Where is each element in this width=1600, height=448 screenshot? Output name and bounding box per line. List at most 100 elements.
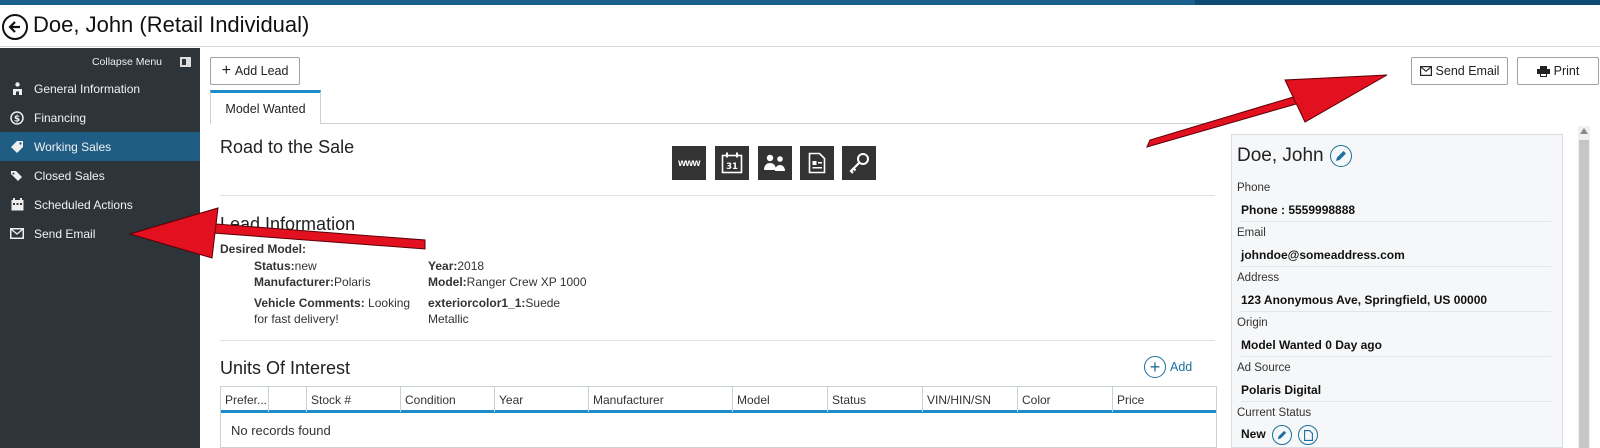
current-status-row: New — [1241, 425, 1551, 448]
plus-icon: + — [221, 62, 231, 79]
edit-status-button[interactable] — [1272, 425, 1293, 445]
document-tile[interactable] — [800, 146, 834, 180]
sidebar-item-label: Send Email — [34, 226, 96, 241]
send-email-button[interactable]: Send Email — [1411, 57, 1508, 85]
exterior-color-value-line1: Suede — [525, 296, 561, 310]
send-email-label: Send Email — [1435, 64, 1500, 78]
contact-panel: Doe, John Phone Phone : 5559998888 Email… — [1231, 134, 1563, 448]
envelope-icon — [1419, 66, 1432, 76]
road-to-sale-title: Road to the Sale — [220, 137, 355, 157]
phone-value: Phone : 5559998888 — [1241, 203, 1551, 222]
vertical-scrollbar[interactable] — [1578, 126, 1590, 448]
column-header-color[interactable]: Color — [1018, 387, 1113, 412]
vehicle-comments-value-line1: Looking — [368, 296, 411, 310]
website-tile[interactable]: www — [672, 146, 706, 180]
tab-model-wanted[interactable]: Model Wanted — [210, 90, 321, 124]
collapse-menu-label: Collapse Menu — [91, 56, 162, 68]
sidebar-item-closed-sales[interactable]: Closed Sales — [0, 161, 200, 190]
page-header: Doe, John (Retail Individual) — [0, 5, 1600, 47]
svg-text:$: $ — [14, 114, 20, 124]
sidebar-item-label: Closed Sales — [34, 168, 105, 183]
sidebar-item-label: General Information — [34, 81, 141, 96]
add-lead-label: Add Lead — [234, 64, 289, 78]
meeting-tile[interactable] — [758, 146, 792, 180]
column-header-condition[interactable]: Condition — [401, 387, 495, 412]
vehicle-comments-value-line2: for fast delivery! — [254, 312, 339, 326]
origin-label: Origin — [1237, 317, 1268, 329]
scroll-thumb[interactable] — [1579, 140, 1589, 448]
year-field: Year:2018 — [428, 258, 484, 274]
tags-icon — [0, 169, 34, 183]
current-status-value: New — [1241, 427, 1266, 442]
key-tile[interactable] — [842, 146, 876, 180]
collapse-menu-button[interactable]: Collapse Menu — [0, 54, 192, 70]
year-value: 2018 — [457, 259, 485, 273]
phone-label: Phone — [1237, 182, 1271, 194]
sidebar-item-financing[interactable]: $ Financing — [0, 103, 200, 132]
column-header-vin[interactable]: VIN/HIN/SN — [923, 387, 1018, 412]
back-button[interactable] — [2, 14, 28, 40]
sidebar-item-send-email[interactable]: Send Email — [0, 219, 200, 248]
grid-empty-message: No records found — [231, 423, 331, 438]
tab-label: Model Wanted — [225, 101, 306, 116]
manufacturer-label: Manufacturer: — [254, 275, 335, 289]
year-label: Year: — [428, 259, 458, 273]
collapse-panel-icon[interactable] — [180, 57, 191, 67]
add-unit-link[interactable]: + Add — [1144, 356, 1192, 378]
section-divider — [220, 195, 1215, 196]
person-sitting-icon — [0, 82, 34, 95]
sidebar-item-label: Scheduled Actions — [34, 197, 133, 212]
contact-name: Doe, John — [1237, 145, 1352, 167]
scroll-up-arrow-icon[interactable] — [1580, 128, 1588, 134]
ad-source-label: Ad Source — [1237, 362, 1291, 374]
sidebar-item-label: Working Sales — [34, 139, 112, 154]
contact-name-text: Doe, John — [1237, 145, 1324, 166]
tab-strip: Model Wanted — [210, 90, 1215, 124]
sidebar-item-working-sales[interactable]: Working Sales — [0, 132, 200, 161]
address-value: 123 Anonymous Ave, Springfield, US 00000 — [1241, 293, 1551, 312]
vehicle-comments-field: Vehicle Comments: Looking for fast deliv… — [254, 295, 424, 327]
calendar-icon — [0, 198, 34, 211]
appointment-tile[interactable]: 31 — [715, 146, 749, 180]
column-header-year[interactable]: Year — [495, 387, 589, 412]
add-lead-button[interactable]: + Add Lead — [210, 57, 300, 85]
sidebar-item-label: Financing — [34, 110, 87, 125]
pencil-icon — [1335, 151, 1346, 161]
units-grid: Prefer... Stock # Condition Year Manufac… — [220, 386, 1217, 448]
address-label: Address — [1237, 272, 1280, 284]
document-icon — [1303, 429, 1313, 441]
email-value[interactable]: johndoe@someaddress.com — [1241, 248, 1551, 267]
tag-icon — [0, 140, 34, 154]
edit-contact-button[interactable] — [1329, 145, 1352, 167]
column-header-stock[interactable]: Stock # — [307, 387, 401, 412]
column-header-status[interactable]: Status — [828, 387, 923, 412]
desired-model-label: Desired Model: — [220, 242, 307, 256]
sidebar-item-scheduled-actions[interactable]: Scheduled Actions — [0, 190, 200, 219]
sidebar-item-general-information[interactable]: General Information — [0, 74, 200, 103]
page-title: Doe, John (Retail Individual) — [33, 12, 310, 37]
print-button[interactable]: Print — [1517, 57, 1599, 85]
column-header-price[interactable]: Price — [1113, 387, 1216, 412]
calendar-31-icon: 31 — [721, 152, 743, 174]
column-header-model[interactable]: Model — [733, 387, 828, 412]
manufacturer-field: Manufacturer:Polaris — [254, 274, 371, 290]
arrow-left-icon — [8, 21, 20, 33]
sidebar: Collapse Menu General Information $ Fina… — [0, 48, 200, 448]
status-value: new — [294, 259, 317, 273]
column-header-blank — [269, 387, 307, 412]
vehicle-comments-label: Vehicle Comments: — [254, 296, 365, 310]
status-label: Status: — [254, 259, 295, 273]
dollar-circle-icon: $ — [0, 110, 34, 125]
lead-information-title: Lead Information — [220, 214, 356, 234]
calendar-day-number: 31 — [726, 162, 738, 172]
column-header-preferred[interactable]: Prefer... — [221, 387, 269, 412]
column-header-manufacturer[interactable]: Manufacturer — [589, 387, 733, 412]
add-circle-icon: + — [1144, 356, 1166, 378]
origin-value: Model Wanted 0 Day ago — [1241, 338, 1551, 357]
grid-header: Prefer... Stock # Condition Year Manufac… — [221, 387, 1216, 413]
manufacturer-value: Polaris — [334, 275, 371, 289]
main-content: + Add Lead Send Email Print Model Wanted… — [200, 48, 1600, 448]
email-label: Email — [1237, 227, 1266, 239]
section-divider — [220, 340, 1215, 341]
status-history-button[interactable] — [1298, 425, 1319, 445]
